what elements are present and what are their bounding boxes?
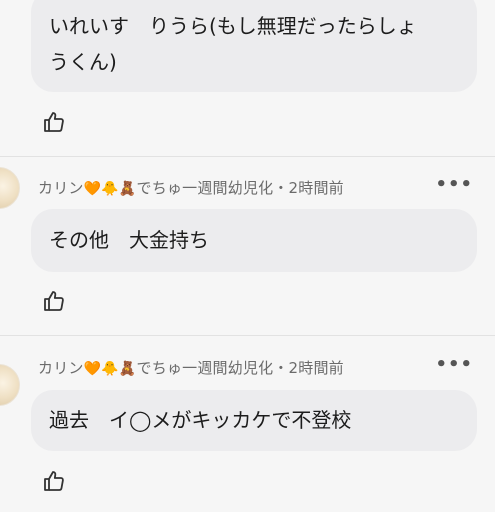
more-options-icon[interactable]: ••• [435,354,473,375]
author-badges: 🧡🐥🧸 [83,361,137,377]
avatar[interactable] [0,167,20,209]
comment-text-line: その他 大金持ち [49,228,209,252]
comment-text-line: 過去 イ◯メがキッカケで不登校 [49,408,352,432]
thumbs-up-icon[interactable] [42,110,66,134]
avatar[interactable] [0,364,20,406]
author-name[interactable]: カリン [38,179,84,197]
comment-meta: カリン🧡🐥🧸でちゅ一週間幼児化・2時間前 [38,357,344,378]
author-badges: 🧡🐥🧸 [83,181,137,197]
comment-bubble: いれいす りうら(もし無理だったらしょ うくん) [31,0,477,92]
comment-meta: カリン🧡🐥🧸でちゅ一週間幼児化・2時間前 [38,177,344,198]
thumbs-up-icon[interactable] [42,289,66,313]
comment-text-line: うくん) [49,50,117,74]
thumbs-up-icon[interactable] [42,469,66,493]
author-name[interactable]: カリン [38,359,84,377]
more-options-icon[interactable]: ••• [435,174,473,195]
author-suffix-time: でちゅ一週間幼児化・2時間前 [136,359,344,377]
comment-item: カリン🧡🐥🧸でちゅ一週間幼児化・2時間前 ••• 過去 イ◯メがキッカケで不登校 [0,336,495,512]
comment-bubble: その他 大金持ち [31,209,477,272]
comment-item: いれいす りうら(もし無理だったらしょ うくん) [0,0,495,155]
comment-text-line: いれいす りうら(もし無理だったらしょ [49,14,417,38]
author-suffix-time: でちゅ一週間幼児化・2時間前 [136,179,344,197]
comment-item: カリン🧡🐥🧸でちゅ一週間幼児化・2時間前 ••• その他 大金持ち [0,157,495,335]
comment-bubble: 過去 イ◯メがキッカケで不登校 [31,390,477,451]
